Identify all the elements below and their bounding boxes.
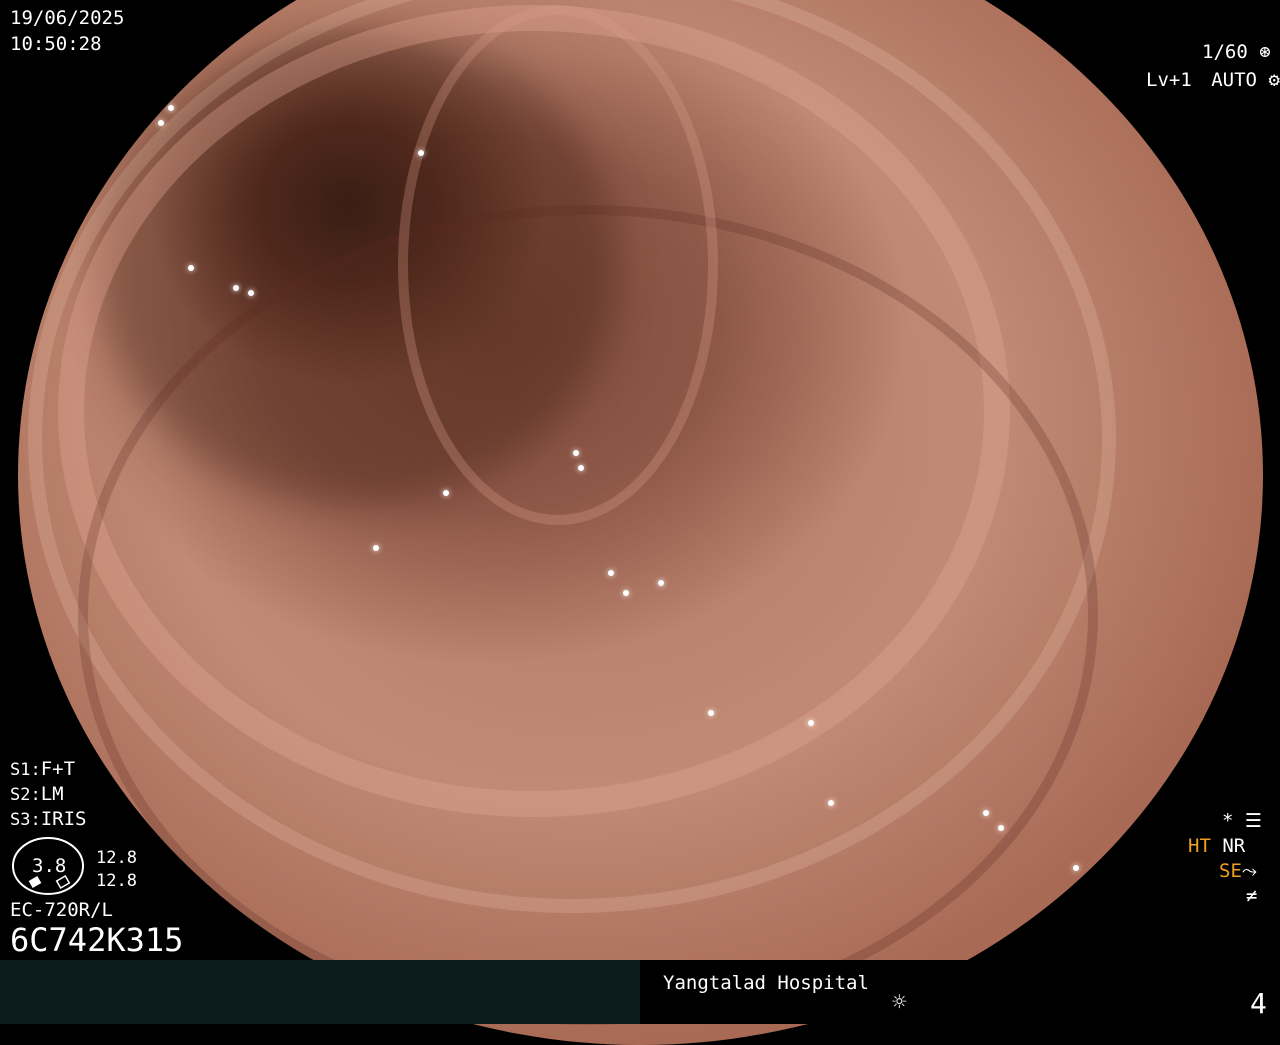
enhance-curve-icon: ⤳ [1241,860,1258,882]
gauge-top-value: 12.8 [96,848,137,868]
se-label: SE [1219,860,1242,882]
serial-number: 6C742K315 [10,921,184,959]
s2-label: S2: [10,785,41,805]
scope-model: EC-720R/L [10,899,113,921]
ht-label: HT [1188,835,1211,857]
level-auto-label: Lv+1 AUTO ⚙ [1146,68,1280,93]
shutter-label: 1/60 ⊛ [1202,40,1271,65]
time-label: 10:50:28 [10,33,102,55]
settings-row: * ☰ [1222,809,1262,834]
page-number: 4 [1250,987,1267,1020]
nr-label: NR [1222,835,1246,857]
sun-icon: ☼ [892,988,907,1016]
gear-icon: ⚙ [1268,69,1280,91]
s1-value: F+T [40,758,76,780]
star-label: * [1222,810,1234,832]
gauge-value: 3.8 [32,855,67,877]
date-label: 19/06/2025 [10,7,125,29]
auto-mode: AUTO [1211,69,1257,91]
settings-menu-icon: ☰ [1244,810,1262,832]
s1-setting: S1:F+T [10,757,75,783]
level-value: Lv+1 [1146,69,1192,91]
shutter-value: 1/60 [1202,41,1248,63]
s3-setting: S3:IRIS [10,807,86,833]
endoscope-view [18,0,1263,1045]
hospital-name: Yangtalad Hospital [663,972,869,994]
s3-label: S3: [10,810,41,830]
gauge-bottom-value: 12.8 [96,871,137,891]
se-row: SE⤳ [1219,859,1257,884]
s2-setting: S2:LM [10,782,64,808]
ht-nr-row: HT NR [1188,834,1245,859]
not-equal-icon: ≠ [1246,885,1258,907]
s2-value: LM [40,783,64,805]
s1-label: S1: [10,760,41,780]
aperture-icon: ⊛ [1259,41,1271,63]
s3-value: IRIS [40,808,87,830]
